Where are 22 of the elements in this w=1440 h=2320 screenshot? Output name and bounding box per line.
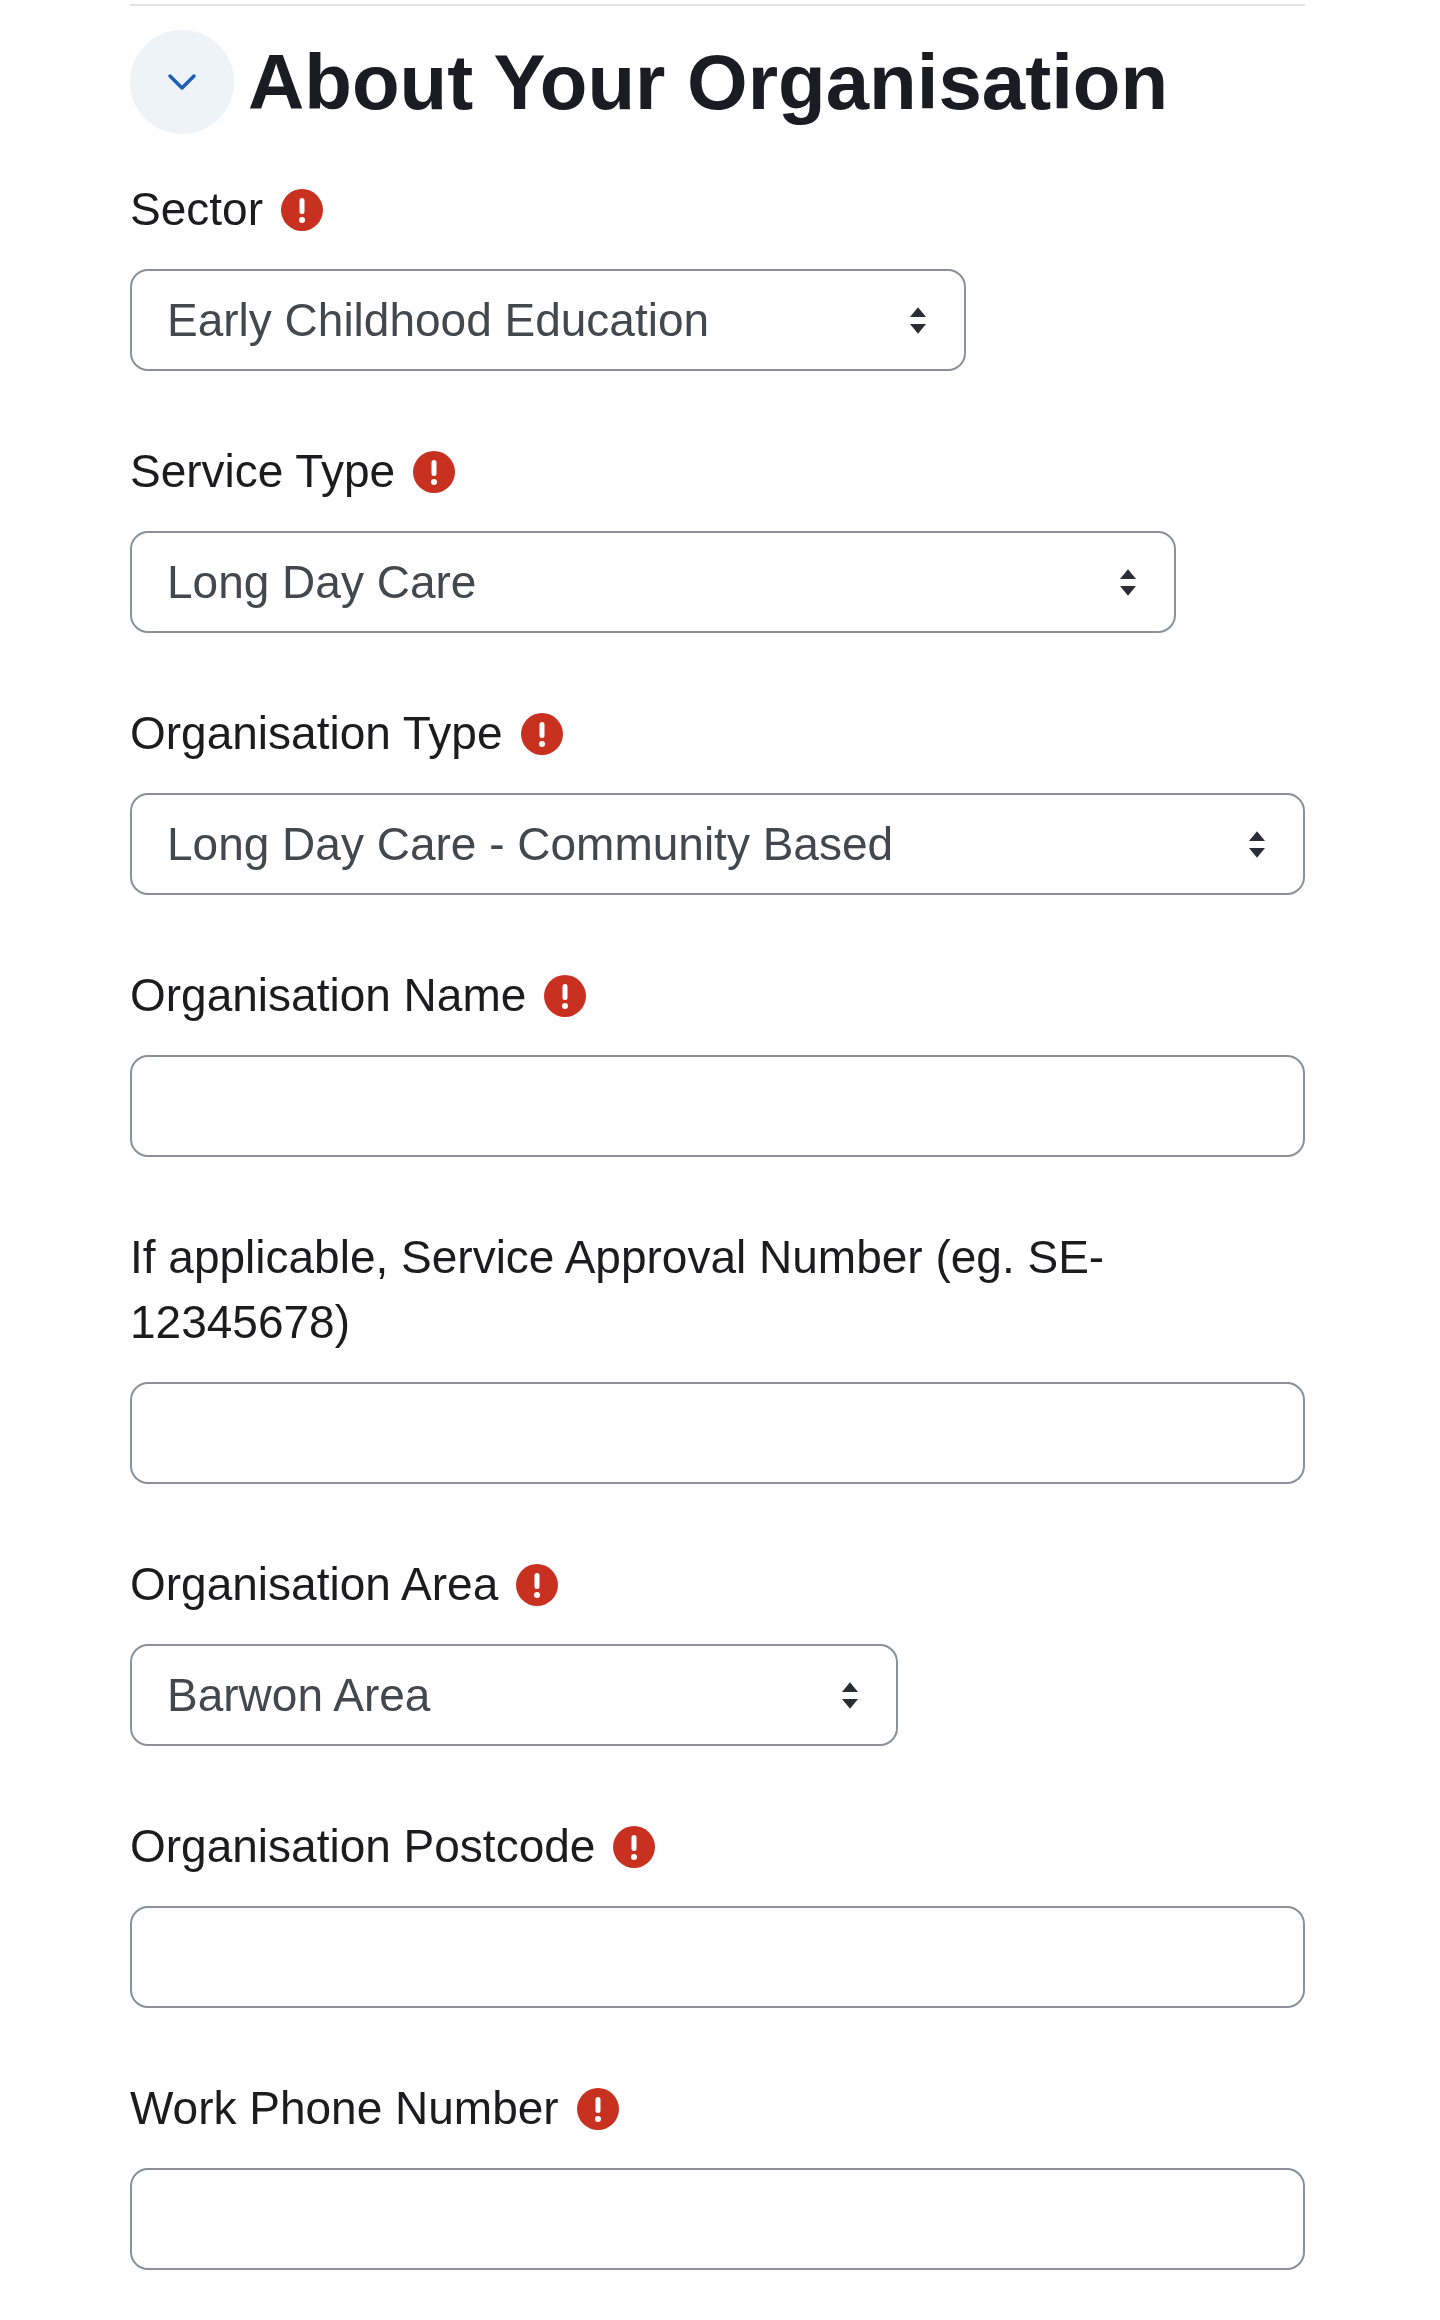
field-label: Organisation Postcode: [130, 1819, 596, 1874]
dropdown[interactable]: Barwon Area: [130, 1644, 898, 1746]
section-title: About Your Organisation: [248, 37, 1169, 128]
chevron-icon: [167, 73, 197, 91]
field-label: Work Phone Number: [130, 2081, 559, 2136]
field-label: Organisation Area: [130, 1557, 499, 1612]
text-input[interactable]: [130, 2168, 1305, 2270]
up-down-arrows-icon: [910, 306, 926, 334]
field-label: Sector: [130, 182, 263, 237]
text-input[interactable]: [130, 1382, 1305, 1484]
dropdown[interactable]: Long Day Care - Community Based: [130, 793, 1305, 895]
field-label: Service Type: [130, 444, 396, 499]
field-label: Organisation Name: [130, 968, 527, 1023]
dropdown[interactable]: Early Childhood Education: [130, 269, 966, 371]
up-down-arrows-icon: [842, 1681, 858, 1709]
up-down-arrows-icon: [1120, 568, 1136, 596]
text-input[interactable]: [130, 1055, 1305, 1157]
up-down-arrows-icon: [1249, 830, 1265, 858]
field-label: Organisation Type: [130, 706, 503, 761]
dropdown[interactable]: Long Day Care: [130, 531, 1176, 633]
text-input[interactable]: [130, 1906, 1305, 2008]
field-label: If applicable, Service Approval Number (eg. SE-12345678): [130, 1230, 1106, 1350]
